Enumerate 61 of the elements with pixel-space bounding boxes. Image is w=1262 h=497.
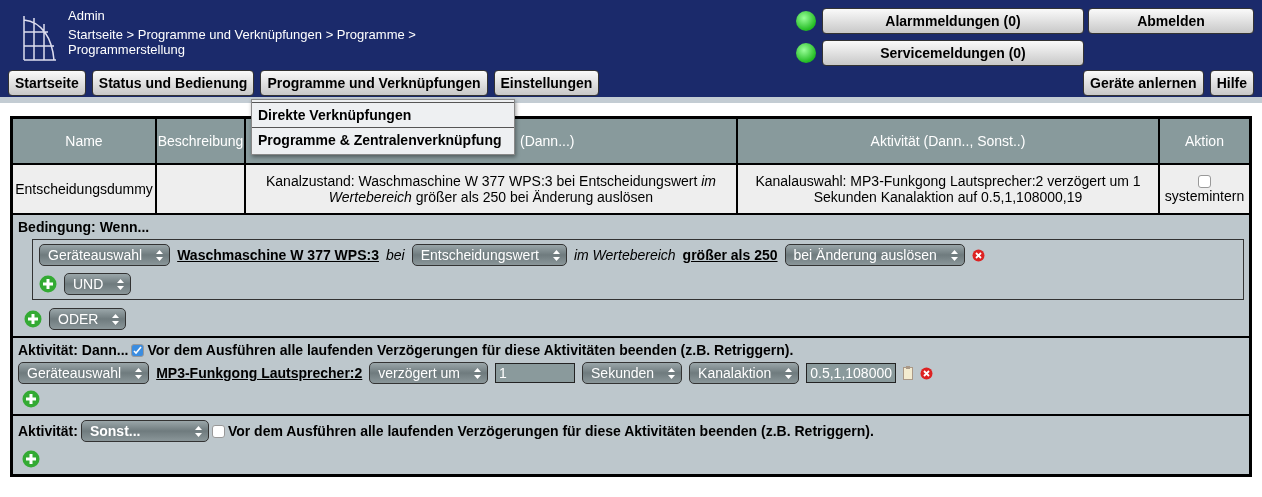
select-dropdown[interactable]: Geräteauswahl (18, 362, 150, 384)
plus-icon[interactable] (22, 390, 40, 408)
table-cell: Entscheidungsdummy (13, 165, 155, 213)
logout-button[interactable]: Abmelden (1088, 8, 1254, 34)
user-name: Admin (68, 8, 106, 23)
nav-button[interactable]: Startseite (8, 70, 86, 96)
select-dropdown[interactable]: bei Änderung auslösen (784, 244, 965, 266)
device-link[interactable]: Waschmaschine W 377 WPS:3 (177, 247, 379, 263)
column-header: Aktivität (Dann.., Sonst..) (738, 119, 1158, 163)
checkbox-label: Vor dem Ausführen alle laufenden Verzögerungen für diese Aktivitäten beenden (z.B. Retriggern). (147, 342, 794, 358)
table-cell: systemintern (1160, 165, 1249, 213)
menu-item[interactable]: Programme & Zentralenverknüpfung (252, 127, 514, 152)
checkbox-label: Vor dem Ausführen alle laufenden Verzögerungen für diese Aktivitäten beenden (z.B. Retriggern). (227, 423, 874, 439)
select-dropdown[interactable]: UND (64, 273, 132, 295)
select-dropdown[interactable]: verzögert um (369, 362, 488, 384)
updown-icon (194, 425, 202, 437)
updown-icon (135, 367, 143, 379)
nav-button[interactable]: Status und Bedienung (91, 70, 255, 96)
select-dropdown[interactable]: Kanalaktion (689, 362, 800, 384)
checkbox[interactable] (1198, 174, 1211, 188)
nav-button[interactable]: Hilfe (1209, 70, 1254, 96)
updown-icon (474, 367, 481, 379)
device-link[interactable]: MP3-Funkgong Lautsprecher:2 (156, 365, 363, 381)
condition-text: bei (385, 247, 405, 263)
checkbox[interactable] (131, 343, 145, 357)
updown-icon (156, 249, 164, 261)
updown-icon (668, 367, 676, 379)
checkbox[interactable] (211, 424, 225, 438)
column-header: Beschreibung (157, 119, 244, 163)
select-dropdown[interactable]: Sonst... (80, 420, 209, 442)
column-header: Name (13, 119, 155, 163)
section-title: Aktivität: (18, 423, 78, 439)
select-dropdown[interactable]: Geräteauswahl (39, 244, 171, 266)
nav-button[interactable]: Programme und Verknüpfungen (260, 70, 488, 96)
section-title: Bedingung: Wenn... (18, 219, 151, 235)
updown-icon (117, 278, 125, 290)
messages-button[interactable]: Alarmmeldungen (0) (822, 8, 1084, 34)
nav-button[interactable]: Einstellungen (493, 70, 600, 96)
section-title: Aktivität: Dann... (18, 342, 129, 358)
table-cell: Kanalzustand: Waschmaschine W 377 WPS:3 bei Entscheidungswert im Wertebereich größer als 250 bei Änderung auslösen (246, 165, 736, 213)
delete-icon[interactable] (971, 248, 985, 262)
updown-icon (785, 367, 793, 379)
table-cell: Kanalauswahl: MP3-Funkgong Lautsprecher:2 verzögert um 1 Sekunden Kanalaktion auf 0.5,1,108000,19 (738, 165, 1158, 213)
device-link[interactable]: größer als 250 (682, 247, 778, 263)
updown-icon (552, 249, 560, 261)
select-dropdown[interactable]: Sekunden (582, 362, 683, 384)
updown-icon (950, 249, 958, 261)
clipboard-icon[interactable] (903, 366, 913, 380)
nav-button[interactable]: Geräte anlernen (1083, 70, 1204, 96)
column-header: Aktion (1160, 119, 1249, 163)
updown-icon (112, 313, 120, 325)
breadcrumb: Startseite > Programme und Verknüpfungen > Programme > Programmerstellung (68, 27, 417, 57)
select-dropdown[interactable]: ODER (49, 308, 127, 330)
menu-item[interactable]: Direkte Verknüpfungen (252, 102, 514, 127)
plus-icon[interactable] (24, 310, 42, 328)
plus-icon[interactable] (39, 275, 57, 293)
select-dropdown[interactable]: Entscheidungswert (411, 244, 567, 266)
plus-icon[interactable] (22, 450, 40, 468)
condition-text: im Wertebereich (573, 247, 676, 263)
messages-button[interactable]: Servicemeldungen (0) (822, 40, 1084, 66)
delete-icon[interactable] (920, 366, 933, 380)
